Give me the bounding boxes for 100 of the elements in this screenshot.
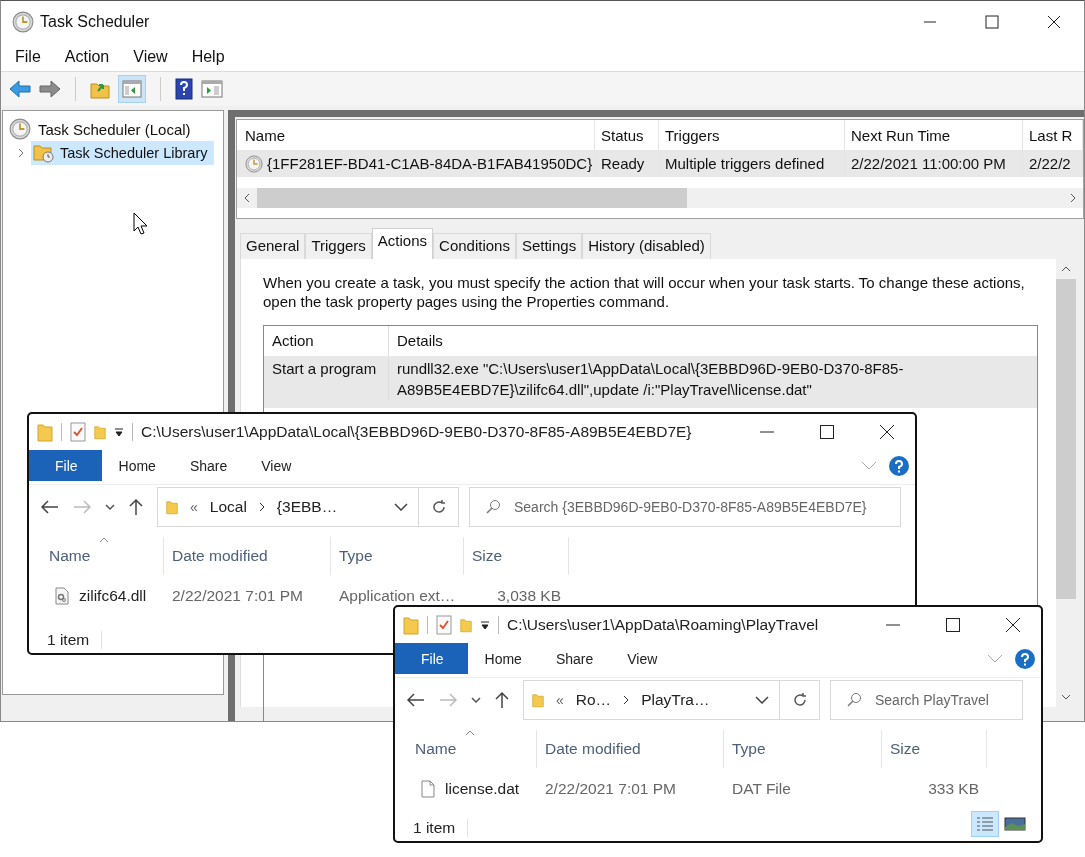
expand-chevron-icon[interactable] (17, 148, 25, 158)
file-type: Application ext… (339, 587, 456, 605)
tab[interactable]: History (disabled) (582, 233, 711, 259)
properties-icon[interactable] (436, 615, 452, 635)
chevron-right-icon (258, 502, 265, 512)
tab[interactable]: Triggers (305, 233, 372, 259)
maximize-icon[interactable] (945, 617, 961, 633)
tab[interactable]: General (240, 233, 306, 259)
column-header[interactable]: Size (882, 730, 987, 768)
close-icon[interactable] (1005, 617, 1021, 633)
action-pane-icon[interactable] (201, 79, 223, 99)
search-field[interactable]: Search {3EBBD96D-9EB0-D370-8F85-A89B5E4EBD7E} (469, 487, 901, 527)
help-icon[interactable] (175, 78, 193, 100)
scroll-right-icon[interactable] (1069, 193, 1077, 203)
breadcrumb-item[interactable]: {3EBB… (276, 498, 338, 516)
horizontal-scrollbar[interactable] (237, 188, 1083, 208)
help-icon[interactable] (889, 455, 909, 476)
menu-item[interactable]: File (3, 48, 53, 66)
ribbon-tab[interactable]: File (395, 643, 468, 674)
breadcrumb-item[interactable]: Ro… (575, 691, 612, 709)
properties-icon[interactable] (70, 422, 86, 442)
file-date: 2/22/2021 7:01 PM (545, 780, 676, 798)
breadcrumb-item[interactable]: Local (209, 498, 247, 516)
menu-item[interactable]: Action (52, 48, 122, 66)
tree-item[interactable]: Task Scheduler (Local) (36, 119, 193, 139)
window-title: C:\Users\user1\AppData\Local\{3EBBD96D-9EB0-D370-8F85-A89B5E4EBD7E} (141, 423, 692, 441)
maximize-icon[interactable] (819, 424, 835, 440)
scroll-left-icon[interactable] (243, 193, 251, 203)
refresh-icon (430, 499, 447, 515)
breadcrumb-item[interactable]: PlayTra… (641, 691, 710, 709)
forward-arrow-icon[interactable] (39, 80, 61, 98)
ribbon-tab[interactable]: View (610, 643, 675, 674)
ribbon-tab[interactable]: Share (172, 450, 245, 481)
task-row[interactable]: {1FF281EF-BD41-C1AB-84DA-B1FAB41950DC} Ready Multiple triggers defined 2/22/2021 11:00:00 PM 2/22/2 (237, 150, 1083, 177)
window-title: C:\Users\user1\AppData\Roaming\PlayTravel (507, 616, 819, 634)
file-name[interactable]: zilifc64.dll (79, 587, 147, 605)
column-header[interactable]: Type (724, 730, 882, 768)
refresh-button[interactable] (780, 680, 820, 720)
ribbon-tab[interactable]: Share (538, 643, 611, 674)
recent-chevron-icon[interactable] (105, 504, 115, 510)
menu-item[interactable]: Help (179, 48, 237, 66)
back-arrow-icon[interactable] (41, 500, 59, 514)
up-arrow-icon[interactable] (495, 691, 509, 709)
tree-item[interactable]: Task Scheduler Library (31, 141, 214, 165)
refresh-button[interactable] (419, 487, 459, 527)
clock-icon (245, 154, 263, 173)
close-icon[interactable] (1046, 14, 1062, 30)
help-icon[interactable] (1015, 648, 1035, 669)
dropdown-caret-icon[interactable] (114, 427, 124, 437)
table-cell: 2/22/2 (1029, 155, 1071, 172)
window-title: Task Scheduler (40, 13, 150, 31)
column-header[interactable]: Date modified (537, 730, 724, 768)
mouse-cursor-icon (133, 212, 149, 236)
folder-icon (166, 498, 178, 516)
column-header[interactable]: Date modified (164, 537, 331, 575)
new-folder-icon (460, 616, 472, 634)
dll-file-icon (55, 587, 69, 605)
tab[interactable]: Conditions (433, 233, 516, 259)
ribbon-tab[interactable]: Home (101, 450, 173, 481)
tab[interactable]: Settings (515, 233, 583, 259)
up-arrow-icon[interactable] (129, 498, 143, 516)
column-header[interactable]: Name (407, 730, 537, 768)
file-size: 333 KB (928, 780, 979, 798)
close-icon[interactable] (879, 424, 895, 440)
back-arrow-icon[interactable] (407, 693, 425, 707)
chevron-down-icon[interactable] (394, 503, 408, 511)
file-icon (421, 780, 435, 798)
scroll-up-icon[interactable] (1061, 265, 1071, 273)
folder-icon (532, 691, 544, 709)
table-cell: Ready (601, 155, 645, 172)
menu-item[interactable]: View (121, 48, 180, 66)
search-icon (485, 499, 501, 515)
recent-chevron-icon[interactable] (471, 697, 481, 703)
column-header[interactable]: Type (331, 537, 464, 575)
description-text: When you create a task, you must specify the action that will occur when your task starts. To change these actions, open the task property pages using the Properties command. (263, 273, 1026, 311)
tab[interactable]: Actions (371, 228, 434, 259)
search-field[interactable]: Search PlayTravel (830, 680, 1023, 720)
status-text: 1 item (47, 631, 90, 649)
column-header[interactable]: Details (389, 326, 1037, 356)
dropdown-caret-icon[interactable] (480, 620, 490, 630)
panel-toggle-icon[interactable] (118, 75, 146, 103)
sort-caret-icon (99, 537, 109, 543)
overflow-marker[interactable]: « (190, 499, 198, 515)
status-text: 1 item (413, 819, 456, 837)
ribbon-tab[interactable]: View (244, 450, 309, 481)
ribbon-tab[interactable]: Home (467, 643, 539, 674)
table-cell: Multiple triggers defined (665, 155, 825, 172)
refresh-icon (791, 692, 808, 708)
new-folder-icon (94, 423, 106, 441)
column-header[interactable]: Size (464, 537, 569, 575)
chevron-down-icon[interactable] (755, 696, 769, 704)
file-name[interactable]: license.dat (445, 780, 520, 798)
ribbon-tab[interactable]: File (29, 450, 102, 481)
folder-icon (37, 421, 53, 443)
column-header[interactable]: Name (41, 537, 164, 575)
address-bar[interactable]: « Ro… PlayTra… (523, 680, 780, 720)
scroll-down-icon[interactable] (1061, 693, 1071, 701)
address-bar[interactable]: « Local {3EBB… (157, 487, 419, 527)
chevron-right-icon (623, 695, 630, 705)
overflow-marker[interactable]: « (556, 692, 564, 708)
